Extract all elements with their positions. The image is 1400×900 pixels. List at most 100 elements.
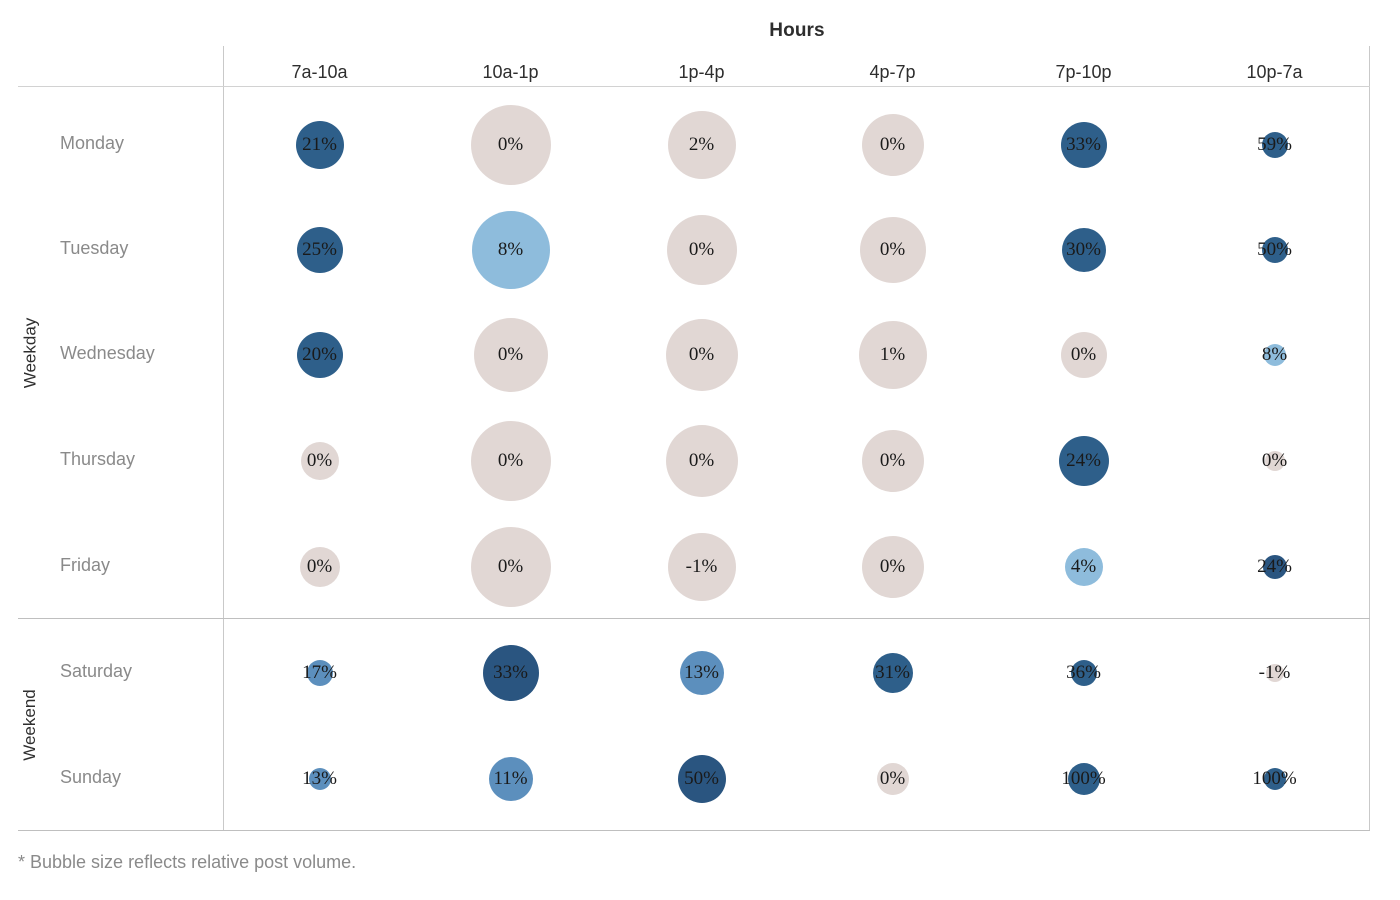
bubble-value-label: 0% — [879, 450, 906, 471]
bubble-value-label: 100% — [1061, 768, 1106, 789]
bubble-value-label: 36% — [1066, 662, 1101, 683]
bubble-cell[interactable]: 0% — [666, 215, 737, 285]
bubble-cell[interactable]: 0% — [1049, 320, 1119, 390]
bubble-cell[interactable]: 8% — [1240, 320, 1310, 390]
bubble-value-label: 33% — [1066, 134, 1101, 155]
plot-area: 21% 0% 2% 0% 33% 59% 25% 8% 0% 0% 30% 50% 20% 0% 0% 1% 0… — [224, 87, 1370, 830]
column-header: 7a-10a — [291, 62, 348, 82]
bubble-cell[interactable]: 33% — [476, 638, 546, 708]
group-label-weekend: Weekend — [0, 619, 60, 830]
bubble-value-label: 24% — [1066, 450, 1101, 471]
bubble-cell[interactable]: 33% — [1049, 110, 1119, 180]
bubble-value-label: 20% — [302, 344, 337, 365]
bubble-value-label: 0% — [497, 344, 524, 365]
bubble-cell[interactable]: 13% — [667, 638, 737, 708]
bubble-cell[interactable]: -1% — [667, 532, 737, 602]
bubble-value-label: 0% — [688, 450, 715, 471]
bubble-cell[interactable]: 8% — [471, 211, 550, 289]
bubble-value-label: 13% — [684, 662, 719, 683]
bubble-cell[interactable]: 50% — [667, 744, 737, 814]
bubble-value-label: 4% — [1070, 556, 1097, 577]
bubble-value-label: 8% — [497, 239, 524, 260]
bubble-cell[interactable]: 100% — [1049, 744, 1119, 814]
row-label-saturday: Saturday — [60, 661, 133, 681]
bubble-value-label: 11% — [493, 768, 528, 789]
bubble-cell[interactable]: 0% — [665, 319, 738, 391]
bubble-value-label: 0% — [497, 134, 524, 155]
bubble-value-label: 59% — [1257, 134, 1292, 155]
column-header: 10a-1p — [482, 62, 539, 82]
bubble-value-label: 30% — [1066, 239, 1101, 260]
column-header: 7p-10p — [1055, 62, 1112, 82]
bubble-cell[interactable]: 21% — [285, 110, 355, 180]
column-header: 10p-7a — [1246, 62, 1303, 82]
bubble-cell[interactable]: -1% — [1240, 638, 1310, 708]
bubble-cell[interactable]: 2% — [667, 110, 737, 180]
bubble-value-label: 31% — [875, 662, 910, 683]
bubble-cell[interactable]: 25% — [285, 215, 355, 285]
bubble-value-label: 1% — [879, 344, 906, 365]
bubble-value-label: 0% — [1070, 344, 1097, 365]
row-label-sunday: Sunday — [60, 767, 122, 787]
bubble-cell[interactable]: 17% — [285, 638, 355, 708]
bubble-value-label: 21% — [302, 134, 337, 155]
bubble-value-label: 25% — [302, 239, 337, 260]
bubble-chart: Hours 7a-10a 10a-1p 1p-4p 4p-7p 7p-10p 10p-7a… — [0, 0, 1400, 900]
bubble-value-label: 0% — [688, 344, 715, 365]
bubble-value-label: 0% — [306, 556, 333, 577]
bubble-cell[interactable]: 0% — [858, 426, 928, 496]
bubble-cell[interactable]: 0% — [473, 318, 548, 392]
row-label-tuesday: Tuesday — [60, 238, 129, 258]
bubble-cell[interactable]: 0% — [1240, 426, 1310, 496]
bubble-value-label: 50% — [1257, 239, 1292, 260]
group-label-weekend-text: Weekend — [20, 688, 40, 761]
bubble-cell[interactable]: 24% — [1049, 426, 1119, 496]
row-label-friday: Friday — [60, 555, 111, 575]
group-label-weekday: Weekday — [0, 87, 60, 618]
bubble-cell[interactable]: 0% — [285, 426, 355, 496]
column-header-row: 7a-10a 10a-1p 1p-4p 4p-7p 7p-10p 10p-7a — [224, 58, 1370, 86]
bubble-cell[interactable]: 0% — [858, 215, 928, 285]
bubble-value-label: 0% — [879, 556, 906, 577]
bubble-cell[interactable]: 31% — [858, 638, 928, 708]
bubble-cell[interactable]: 0% — [858, 110, 928, 180]
bubble-cell[interactable]: 4% — [1049, 532, 1119, 602]
bubble-value-label: 33% — [493, 662, 528, 683]
bubble-cell[interactable]: 0% — [285, 532, 355, 602]
bubble-cell[interactable]: 1% — [858, 320, 928, 390]
bubble-cell[interactable]: 36% — [1049, 638, 1119, 708]
bubble-cell[interactable]: 59% — [1240, 110, 1310, 180]
bubble-cell[interactable]: 0% — [470, 421, 551, 501]
hours-axis-title: Hours — [769, 20, 825, 41]
bubble-value-label: 17% — [302, 662, 337, 683]
row-label-wednesday: Wednesday — [60, 343, 155, 363]
row-label-monday: Monday — [60, 133, 125, 153]
bubble-value-label: 100% — [1252, 768, 1297, 789]
bubble-cell[interactable]: 100% — [1240, 744, 1310, 814]
bubble-cell[interactable]: 0% — [858, 744, 928, 814]
bubble-value-label: 8% — [1261, 344, 1288, 365]
bubble-cell[interactable]: 0% — [470, 527, 551, 607]
bubble-cell[interactable]: 0% — [470, 105, 551, 185]
bubble-cell[interactable]: 0% — [858, 532, 928, 602]
bubble-cell[interactable]: 50% — [1240, 215, 1310, 285]
bubble-value-label: 0% — [497, 450, 524, 471]
column-header: 4p-7p — [869, 62, 916, 82]
bubble-cell[interactable]: 30% — [1049, 215, 1119, 285]
bubble-cell[interactable]: 0% — [665, 425, 738, 497]
bubble-value-label: 2% — [688, 134, 715, 155]
bubble-cell[interactable]: 24% — [1240, 532, 1310, 602]
bubble-value-label: 13% — [302, 768, 337, 789]
bubble-cell[interactable]: 13% — [285, 744, 355, 814]
bubble-value-label: 0% — [306, 450, 333, 471]
bubble-value-label: 0% — [879, 768, 906, 789]
bubble-value-label: 0% — [497, 556, 524, 577]
column-header: 1p-4p — [678, 62, 725, 82]
bubble-value-label: 0% — [879, 239, 906, 260]
bubble-value-label: -1% — [685, 556, 718, 577]
bubble-cell[interactable]: 11% — [476, 744, 546, 814]
bubble-value-label: -1% — [1258, 662, 1291, 683]
bubble-value-label: 0% — [1261, 450, 1288, 471]
bubble-cell[interactable]: 20% — [285, 320, 355, 390]
row-label-thursday: Thursday — [60, 449, 136, 469]
